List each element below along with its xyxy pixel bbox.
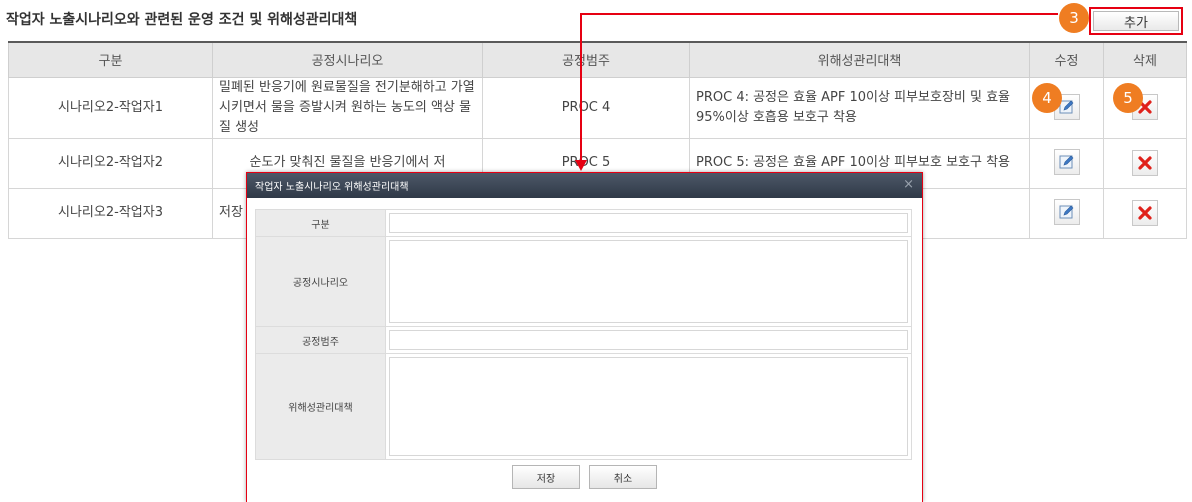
delete-button[interactable]: [1132, 199, 1158, 226]
col-header-edit: 수정: [1029, 41, 1104, 78]
cell-delete: [1103, 187, 1187, 239]
add-button-label: 추가: [1093, 11, 1179, 31]
connector-line: [580, 13, 582, 163]
edit-pencil-icon: [1059, 205, 1073, 219]
category-input[interactable]: [389, 213, 908, 233]
add-button[interactable]: 추가: [1089, 7, 1183, 35]
connector-arrow-icon: [575, 160, 587, 171]
col-header-category: 구분: [8, 41, 213, 78]
save-button[interactable]: 저장: [512, 465, 580, 489]
field-label-scenario: 공정시나리오: [255, 236, 386, 327]
cell-category: 시나리오2-작업자1: [8, 76, 213, 139]
col-header-process: 공정범주: [482, 41, 690, 78]
modal-form: 구분 공정시나리오 공정범주 위해성관리대책: [255, 209, 912, 460]
cell-measures: PROC 4: 공정은 효율 APF 10이상 피부보호장비 및 효율 95%이…: [689, 76, 1030, 139]
col-header-scenario: 공정시나리오: [212, 41, 483, 78]
cell-category: 시나리오2-작업자3: [8, 187, 213, 239]
field-label-category: 구분: [255, 209, 386, 237]
close-icon[interactable]: ×: [903, 177, 914, 192]
modal-title: 작업자 노출시나리오 위해성관리대책: [255, 182, 409, 193]
modal-button-bar: 저장 취소: [247, 465, 922, 489]
cell-category: 시나리오2-작업자2: [8, 137, 213, 189]
callout-badge-edit: 4: [1032, 83, 1062, 113]
table-row: 시나리오2-작업자1 밀폐된 반응기에 원료물질을 전기분해하고 가열시키면서 …: [8, 76, 1187, 139]
section-title: 작업자 노출시나리오와 관련된 운영 조건 및 위해성관리대책: [6, 12, 358, 28]
cell-delete: [1103, 137, 1187, 189]
delete-x-icon: [1138, 205, 1152, 220]
callout-badge-delete: 5: [1113, 83, 1143, 113]
cell-edit: [1029, 187, 1104, 239]
field-label-measures: 위해성관리대책: [255, 353, 386, 460]
callout-badge-add: 3: [1059, 3, 1089, 33]
measures-textarea[interactable]: [389, 357, 908, 456]
cell-scenario: 밀폐된 반응기에 원료물질을 전기분해하고 가열시키면서 물을 증발시켜 원하는…: [212, 76, 483, 139]
cancel-button[interactable]: 취소: [589, 465, 657, 489]
cell-process: PROC 4: [482, 76, 690, 139]
edit-pencil-icon: [1059, 155, 1073, 169]
cell-edit: [1029, 137, 1104, 189]
col-header-delete: 삭제: [1103, 41, 1187, 78]
field-label-process: 공정범주: [255, 326, 386, 354]
risk-measure-modal: 작업자 노출시나리오 위해성관리대책 × 구분 공정시나리오 공정범주 위해성관…: [246, 172, 923, 502]
col-header-measures: 위해성관리대책: [689, 41, 1030, 78]
modal-header: 작업자 노출시나리오 위해성관리대책 ×: [247, 173, 922, 198]
delete-button[interactable]: [1132, 149, 1158, 176]
process-input[interactable]: [389, 330, 908, 350]
scenario-textarea[interactable]: [389, 240, 908, 323]
edit-button[interactable]: [1053, 149, 1080, 175]
edit-button[interactable]: [1053, 199, 1080, 225]
delete-x-icon: [1138, 155, 1152, 170]
table-header-row: 구분 공정시나리오 공정범주 위해성관리대책 수정 삭제: [8, 41, 1187, 78]
connector-line: [580, 13, 1058, 15]
